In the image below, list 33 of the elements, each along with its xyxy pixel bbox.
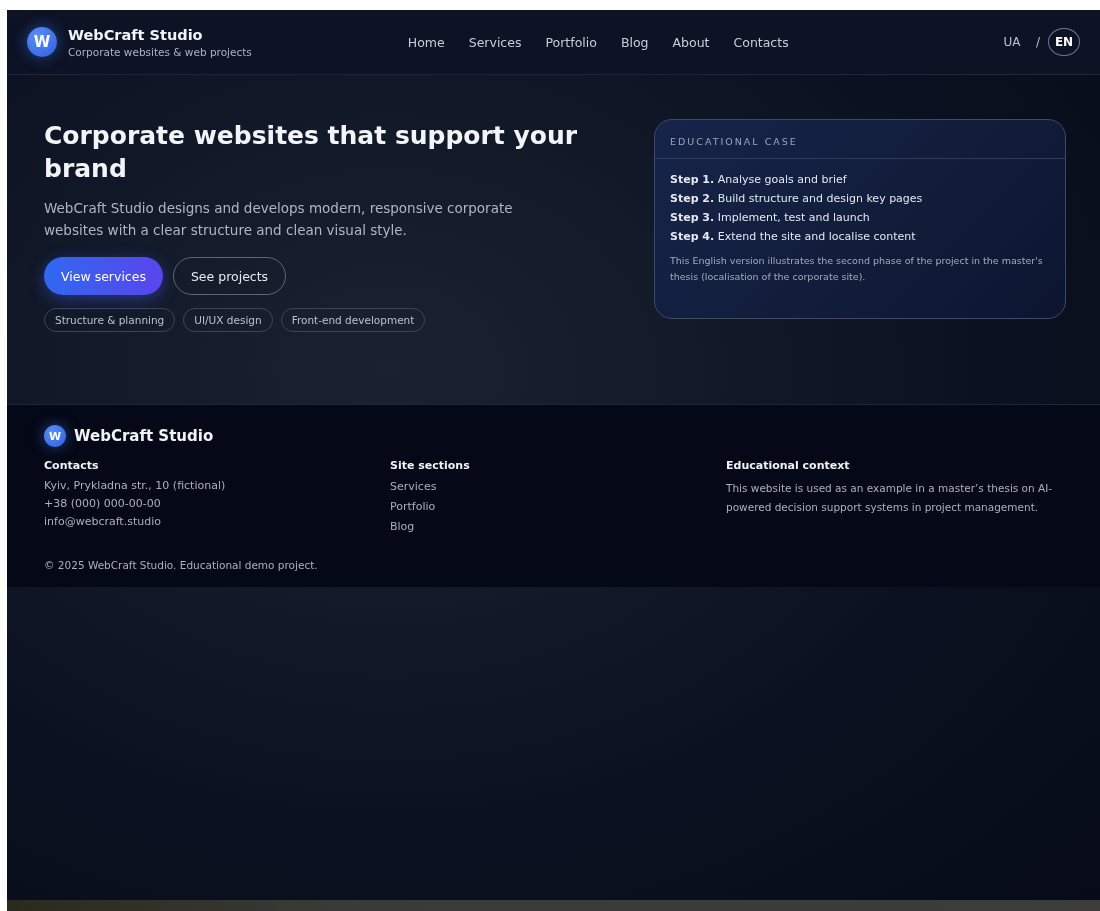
footer-link[interactable]: Blog [390,519,726,535]
case-note: This English version illustrates the second phase of the project in the master's thesis (localisation of the corporate site). [670,254,1044,284]
nav-link[interactable]: Contacts [733,34,789,50]
footer-brand-name: WebCraft Studio [74,427,214,445]
case-card-title: EDUCATIONAL CASE [655,120,1065,159]
footer-text: Kyiv, Prykladna str., 10 (fictional) [44,479,227,493]
hero-title: Corporate websites that support your brand [44,120,579,185]
language-separator: / [1035,35,1040,49]
logo-icon: W [27,27,57,57]
view-services-button[interactable]: View services [44,257,163,295]
case-step: Step 1. Analyse goals and brief [670,173,1050,186]
brand-tagline: Corporate websites & web projects [68,45,252,58]
language-button[interactable]: UA [995,28,1028,56]
footer-heading: Educational context [726,459,851,472]
footer-link[interactable]: Services [390,479,726,495]
nav-link[interactable]: Services [468,34,522,50]
footer-heading: Contacts [44,459,100,472]
brand-name: WebCraft Studio [68,26,204,43]
footer-heading: Site sections [390,459,471,472]
case-step: Step 2. Build structure and design key pages [670,192,1050,205]
case-step: Step 3. Implement, test and launch [670,211,1050,224]
nav-link[interactable]: Portfolio [545,34,597,50]
footer-link[interactable]: Portfolio [390,499,726,515]
logo-icon: W [44,425,66,447]
footer-paragraph: This website is used as an example in a master’s thesis on AI-powered decision support systems in project management. [726,481,1054,515]
nav-link[interactable]: Home [407,34,445,50]
hero-description: WebCraft Studio designs and develops modern, responsive corporate websites with a clear structure and clean visual style. [44,199,514,240]
copyright-text: © 2025 WebCraft Studio. Educational demo project. [44,559,319,571]
nav-link[interactable]: Blog [620,34,649,50]
footer-text: +38 (000) 000-00-00 [44,497,162,511]
footer-text: info@webcraft.studio [44,515,162,529]
case-step: Step 4. Extend the site and localise content [670,230,1050,243]
nav-link[interactable]: About [672,34,710,50]
